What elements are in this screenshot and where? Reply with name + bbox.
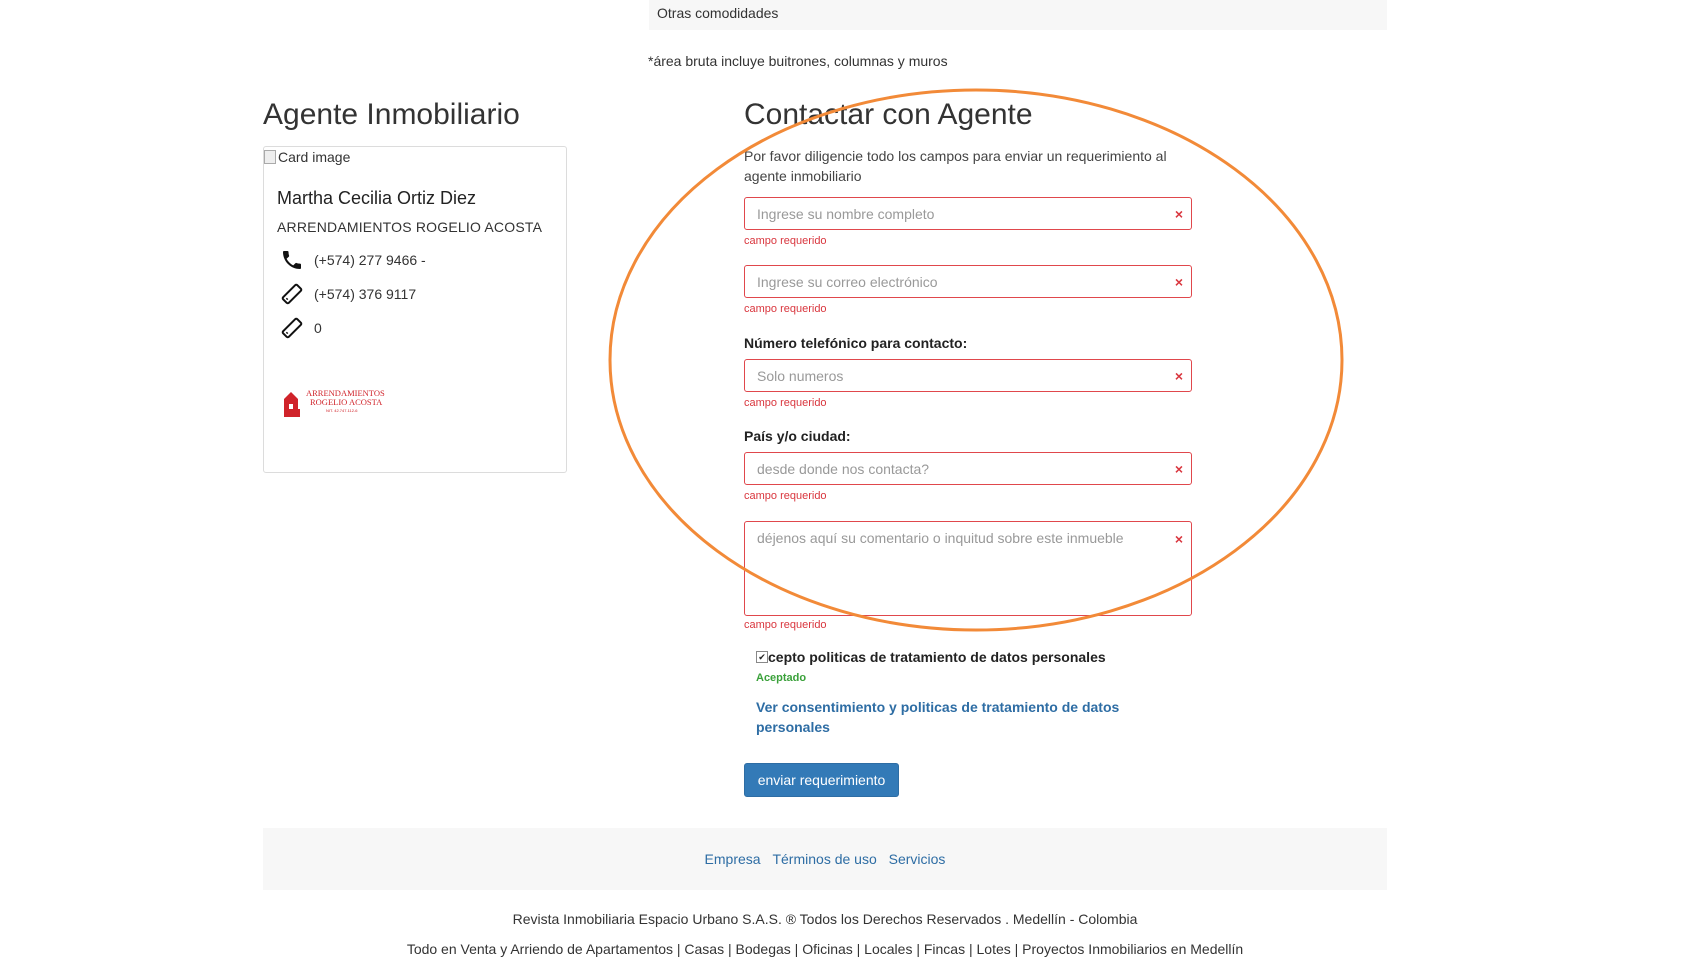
contact-intro: Por favor diligencie todo los campos par… <box>744 148 1167 184</box>
logo-line-2: ROGELIO ACOSTA <box>310 397 383 407</box>
footer-link-services[interactable]: Servicios <box>889 851 946 867</box>
agent-name: Martha Cecilia Ortiz Diez <box>277 188 477 208</box>
comment-textarea[interactable] <box>745 522 1191 615</box>
clear-icon[interactable]: × <box>1175 461 1183 477</box>
mobile-icon <box>281 283 303 305</box>
city-input[interactable] <box>745 453 1191 484</box>
clear-icon[interactable]: × <box>1175 368 1183 384</box>
broken-image-icon <box>264 150 276 164</box>
footer-links: Empresa Términos de uso Servicios <box>263 851 1387 867</box>
city-label: País y/o ciudad: <box>744 428 851 444</box>
agent-card-image-alt: Card image <box>278 149 351 165</box>
name-required-error: campo requerido <box>744 235 827 247</box>
clear-icon[interactable]: × <box>1175 531 1183 547</box>
amenities-row: Otras comodidades <box>649 0 1387 30</box>
agent-card-image: Card image <box>264 149 350 165</box>
amenities-label: Otras comodidades <box>657 5 779 21</box>
agent-phone-mobile-2[interactable]: 0 <box>314 320 322 336</box>
agent-company: ARRENDAMIENTOS ROGELIO ACOSTA <box>277 219 543 235</box>
submit-button[interactable]: enviar requerimiento <box>744 763 899 797</box>
comment-field[interactable]: × <box>744 521 1192 616</box>
consent-checkbox[interactable]: ✔ <box>756 651 768 663</box>
footer-services-line: Todo en Venta y Arriendo de Apartamentos… <box>406 941 1244 957</box>
footer-copyright: Revista Inmobiliaria Espacio Urbano S.A.… <box>512 911 1138 927</box>
phone-field[interactable]: × <box>744 359 1192 392</box>
phone-icon <box>283 251 301 269</box>
consent-row[interactable]: ✔ cepto politicas de tratamiento de dato… <box>756 649 1106 665</box>
logo-line-3: NIT. 42.747.112-6 <box>326 408 358 413</box>
clear-icon[interactable]: × <box>1175 206 1183 222</box>
comment-required-error: campo requerido <box>744 619 827 631</box>
agent-phone-row: (+574) 277 9466 - <box>280 248 426 272</box>
footer-link-terms[interactable]: Términos de uso <box>772 851 876 867</box>
consent-accepted: Aceptado <box>756 672 807 684</box>
contact-section-title: Contactar con Agente <box>744 98 1033 131</box>
city-required-error: campo requerido <box>744 490 827 502</box>
phone-required-error: campo requerido <box>744 397 827 409</box>
email-input[interactable] <box>745 266 1191 297</box>
footer-links-bar: Empresa Términos de uso Servicios <box>263 828 1387 890</box>
agent-phone-mobile[interactable]: (+574) 376 9117 <box>314 286 416 302</box>
phone-input[interactable] <box>745 360 1191 391</box>
agent-phone-landline[interactable]: (+574) 277 9466 - <box>314 252 426 268</box>
city-field[interactable]: × <box>744 452 1192 485</box>
email-required-error: campo requerido <box>744 303 827 315</box>
name-field[interactable]: × <box>744 197 1192 230</box>
privacy-policy-link[interactable]: Ver consentimiento y politicas de tratam… <box>756 697 1156 737</box>
name-input[interactable] <box>745 198 1191 229</box>
phone-label: Número telefónico para contacto: <box>744 335 968 351</box>
agent-card: Card image Martha Cecilia Ortiz Diez ARR… <box>263 146 567 473</box>
agent-mobile2-row: 0 <box>280 316 322 340</box>
email-field[interactable]: × <box>744 265 1192 298</box>
footer-link-empresa[interactable]: Empresa <box>705 851 761 867</box>
clear-icon[interactable]: × <box>1175 274 1183 290</box>
agent-section-title: Agente Inmobiliario <box>263 98 520 131</box>
agent-mobile-row: (+574) 376 9117 <box>280 282 416 306</box>
agency-logo: ARRENDAMIENTOS ROGELIO ACOSTA NIT. 42.74… <box>284 388 385 417</box>
area-note: *área bruta incluye buitrones, columnas … <box>648 53 948 69</box>
consent-label: cepto politicas de tratamiento de datos … <box>768 649 1106 665</box>
mobile-icon <box>281 317 303 339</box>
